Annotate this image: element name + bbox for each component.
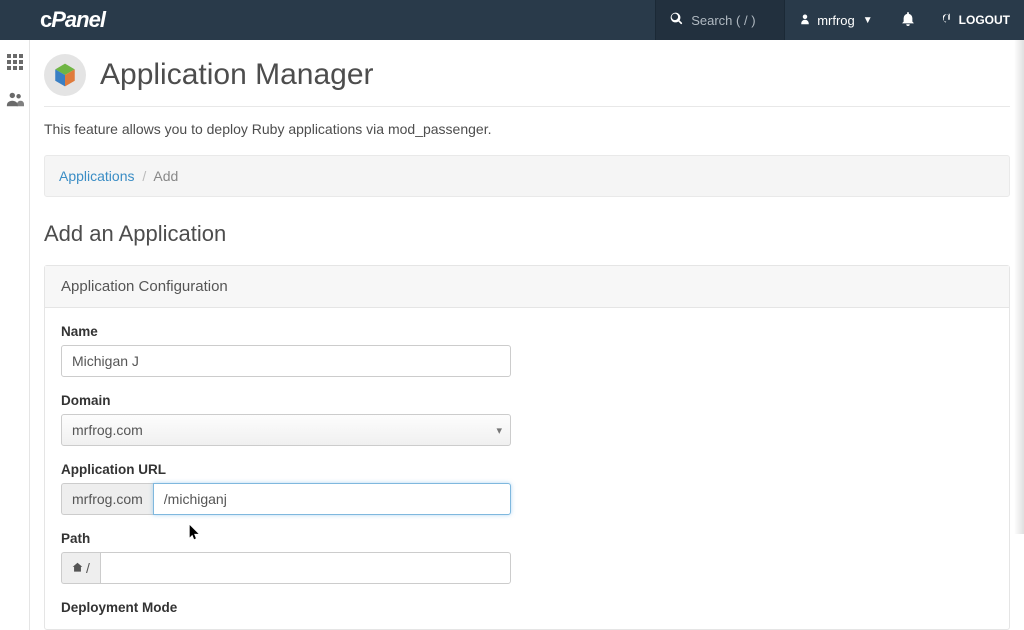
logout-icon — [943, 13, 955, 28]
panel-heading: Application Configuration — [45, 266, 1009, 308]
username-label: mrfrog — [817, 13, 855, 28]
panel-body: Name Domain mrfrog.com Application URL m… — [45, 308, 1009, 629]
logout-button[interactable]: LOGOUT — [929, 0, 1024, 40]
appurl-label: Application URL — [61, 462, 993, 477]
deployment-mode-label: Deployment Mode — [61, 600, 993, 615]
form-group-deployment-mode: Deployment Mode — [61, 600, 993, 615]
form-group-path: Path / — [61, 531, 993, 584]
form-group-appurl: Application URL mrfrog.com — [61, 462, 993, 515]
side-rail — [0, 40, 30, 630]
path-prefix: / — [61, 552, 100, 584]
form-group-name: Name — [61, 324, 993, 377]
path-input[interactable] — [100, 552, 511, 584]
page-header: Application Manager — [44, 54, 1010, 107]
feature-description: This feature allows you to deploy Ruby a… — [44, 107, 1010, 155]
search-icon — [670, 12, 683, 28]
home-icon — [72, 560, 83, 576]
bell-icon — [901, 12, 915, 29]
appurl-input-group: mrfrog.com — [61, 483, 511, 515]
user-menu[interactable]: mrfrog ▼ — [785, 0, 886, 40]
domain-selected-value: mrfrog.com — [72, 422, 143, 438]
page-title: Application Manager — [100, 58, 374, 92]
breadcrumb: Applications / Add — [44, 155, 1010, 197]
main-content: Application Manager This feature allows … — [30, 40, 1024, 630]
section-title: Add an Application — [44, 221, 1010, 247]
appurl-input[interactable] — [153, 483, 511, 515]
name-input[interactable] — [61, 345, 511, 377]
appurl-prefix: mrfrog.com — [61, 483, 153, 515]
domain-select[interactable]: mrfrog.com — [61, 414, 511, 446]
form-group-domain: Domain mrfrog.com — [61, 393, 993, 446]
config-panel: Application Configuration Name Domain mr… — [44, 265, 1010, 630]
top-navbar: ccPanelPanel Search ( / ) mrfrog ▼ LOGOU… — [0, 0, 1024, 40]
topbar-right: Search ( / ) mrfrog ▼ LOGOUT — [655, 0, 1024, 40]
path-separator: / — [86, 560, 90, 576]
logout-label: LOGOUT — [959, 13, 1010, 27]
name-label: Name — [61, 324, 993, 339]
users-icon[interactable] — [6, 91, 24, 110]
user-icon — [799, 13, 811, 28]
domain-label: Domain — [61, 393, 993, 408]
path-label: Path — [61, 531, 993, 546]
search-label: Search ( / ) — [691, 13, 755, 28]
search-area[interactable]: Search ( / ) — [655, 0, 785, 40]
breadcrumb-link-applications[interactable]: Applications — [59, 168, 135, 184]
path-input-group: / — [61, 552, 511, 584]
topbar-left: ccPanelPanel — [0, 7, 105, 33]
cpanel-logo: ccPanelPanel — [40, 7, 105, 33]
app-manager-icon — [44, 54, 86, 96]
breadcrumb-separator: / — [138, 168, 150, 184]
caret-down-icon: ▼ — [863, 15, 873, 26]
grid-icon[interactable] — [7, 54, 23, 73]
notifications-button[interactable] — [887, 0, 929, 40]
breadcrumb-current: Add — [153, 168, 178, 184]
